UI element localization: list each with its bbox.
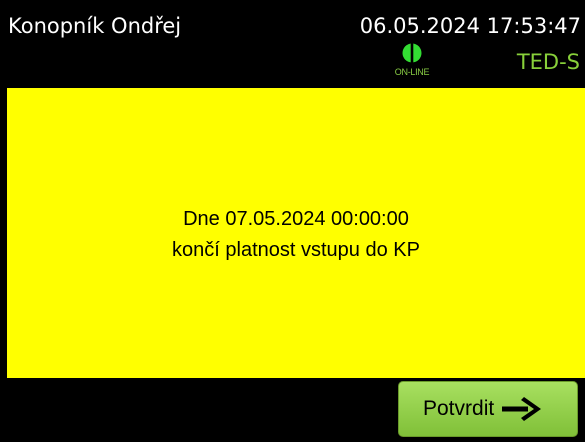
message-line-2: končí platnost vstupu do KP	[172, 239, 420, 261]
terminal-screen: Konopník Ondřej 06.05.2024 17:53:47 ON-L…	[0, 0, 585, 442]
header-bar: Konopník Ondřej 06.05.2024 17:53:47 ON-L…	[0, 0, 585, 88]
message-panel: Dne 07.05.2024 00:00:00 končí platnost v…	[7, 88, 585, 378]
confirm-button[interactable]: Potvrdit	[398, 381, 578, 437]
datetime: 06.05.2024 17:53:47	[359, 14, 581, 38]
message-text: Dne 07.05.2024 00:00:00 končí platnost v…	[7, 204, 585, 266]
online-indicator: ON-LINE	[390, 42, 434, 80]
footer-bar: Potvrdit	[0, 378, 585, 442]
online-icon	[402, 42, 422, 64]
terminal-id: TED-S	[516, 50, 580, 74]
device-frame: Konopník Ondřej 06.05.2024 17:53:47 ON-L…	[0, 0, 588, 442]
confirm-label: Potvrdit	[423, 397, 495, 420]
online-label: ON-LINE	[394, 67, 430, 77]
user-name: Konopník Ondřej	[8, 14, 182, 38]
arrow-right-icon	[502, 397, 541, 421]
message-line-1: Dne 07.05.2024 00:00:00	[183, 208, 409, 230]
